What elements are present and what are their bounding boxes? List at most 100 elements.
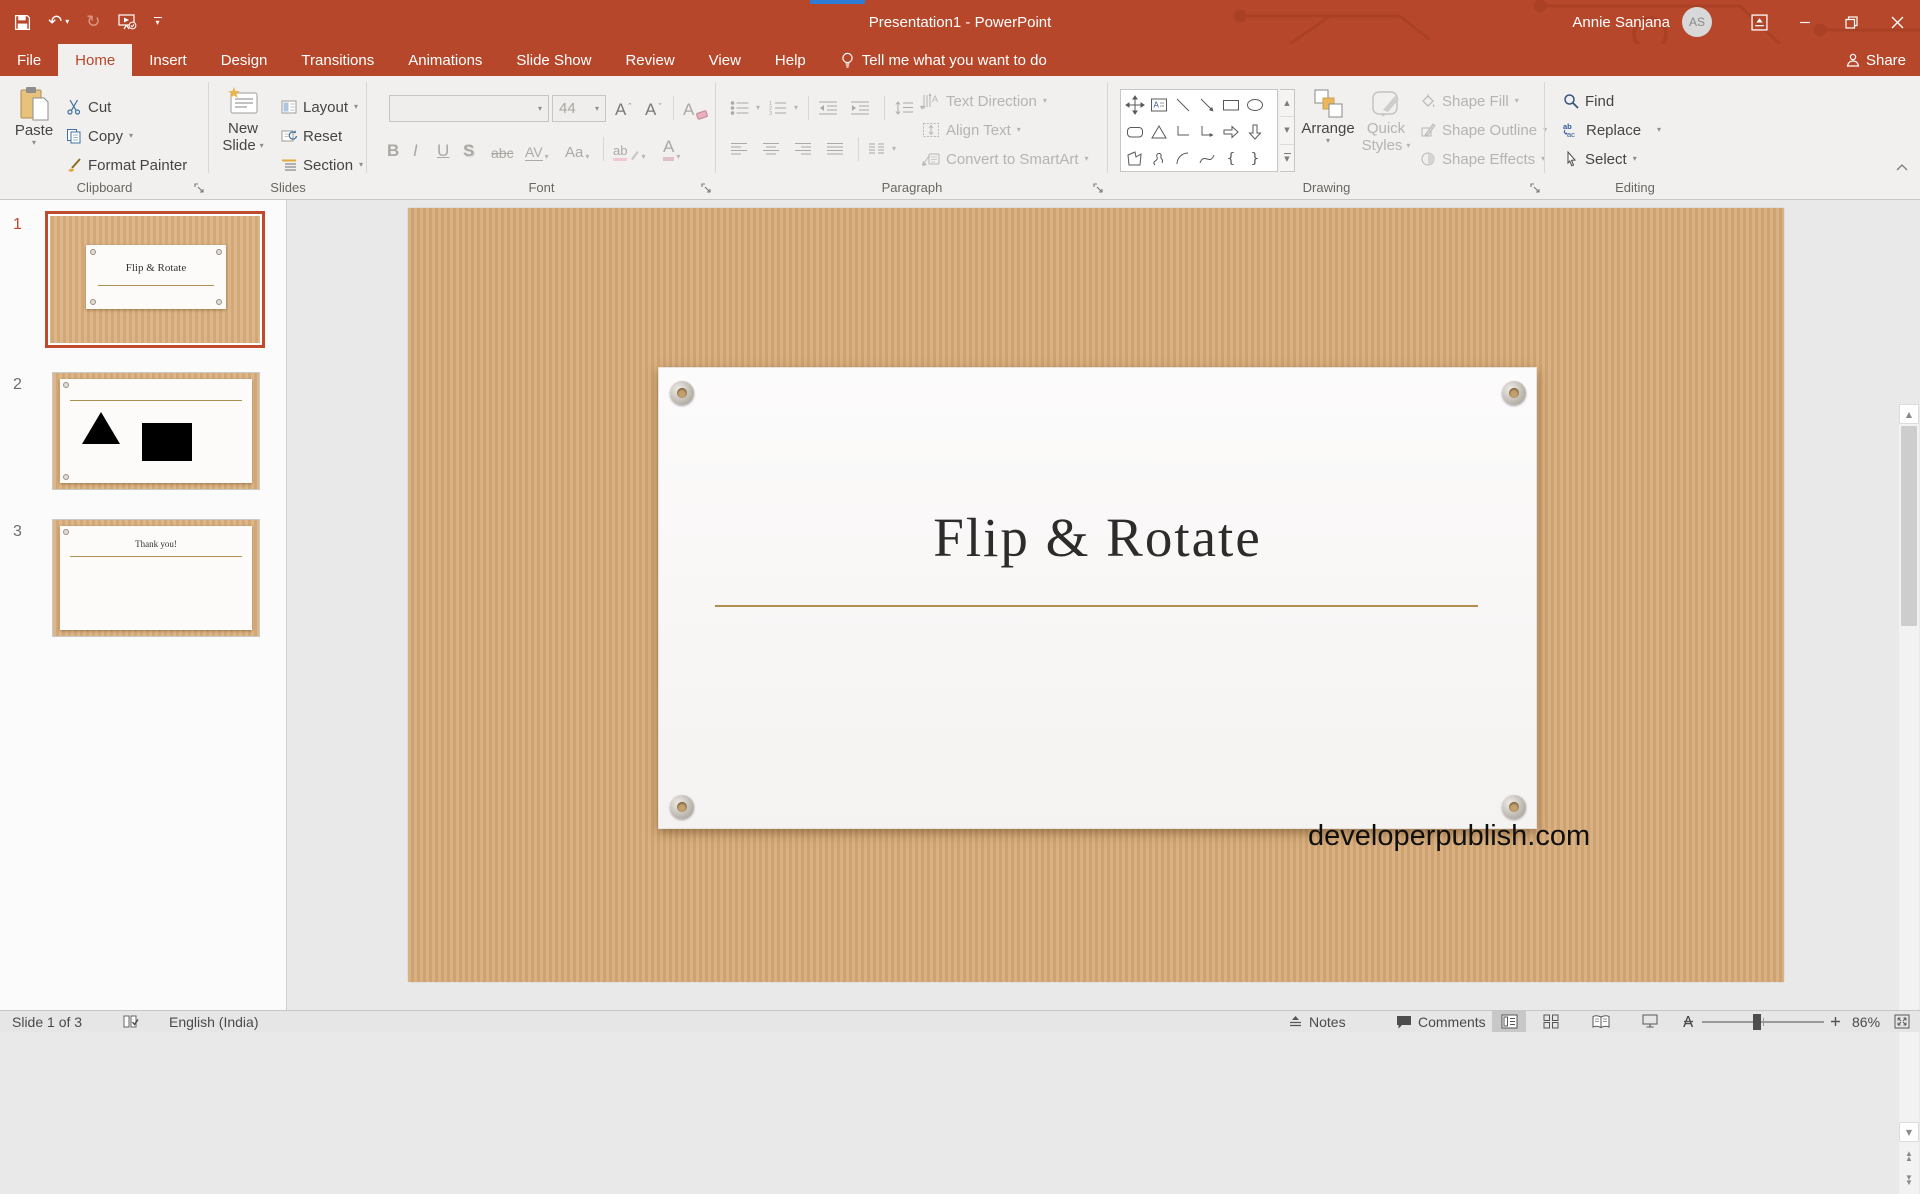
align-center-button[interactable] [762,136,780,162]
shapes-gallery[interactable]: A { } [1120,89,1278,172]
shape-elbow-arrow-connector-icon[interactable] [1195,118,1219,145]
slide-sorter-view-button[interactable] [1534,1011,1568,1032]
slide-show-view-button[interactable] [1633,1011,1667,1032]
numbering-button[interactable]: 123 ▾ [768,95,798,121]
tab-animations[interactable]: Animations [391,44,499,76]
format-painter-button[interactable]: Format Painter [66,152,187,178]
restore-button[interactable] [1828,0,1874,44]
scroll-down-arrow[interactable]: ▼ [1899,1122,1919,1142]
tab-help[interactable]: Help [758,44,823,76]
shape-effects-button[interactable]: Shape Effects ▾ [1420,146,1545,172]
convert-to-smartart-button[interactable]: Convert to SmartArt ▾ [922,146,1089,172]
shapes-more-icon[interactable]: ▼ [1280,145,1294,171]
normal-view-button[interactable] [1492,1011,1526,1032]
collapse-ribbon-icon[interactable] [1896,163,1908,171]
font-name-combo[interactable]: ▾ [389,95,549,122]
paragraph-dialog-launcher-icon[interactable] [1093,183,1104,194]
align-left-button[interactable] [730,136,748,162]
decrease-indent-button[interactable] [818,95,838,121]
zoom-out-button[interactable] [1683,1011,1694,1032]
line-spacing-button[interactable]: ▾ [894,95,924,121]
shape-freeform-icon[interactable] [1123,145,1147,172]
find-button[interactable]: Find [1563,88,1614,114]
user-name[interactable]: Annie Sanjana [1572,14,1670,31]
section-button[interactable]: Section ▾ [281,152,363,178]
text-direction-button[interactable]: A Text Direction ▾ [922,88,1047,114]
tab-slide-show[interactable]: Slide Show [499,44,608,76]
language-indicator[interactable]: English (India) [169,1011,259,1032]
shape-oval-icon[interactable] [1243,91,1267,118]
shrink-font-button[interactable]: Aˇ [645,95,661,122]
tab-view[interactable]: View [692,44,758,76]
shape-select-move-icon[interactable] [1123,91,1147,118]
next-slide-button[interactable]: ▼ ▼ [1899,1170,1919,1190]
shape-down-arrow-icon[interactable] [1243,118,1267,145]
bold-button[interactable]: B [387,136,399,163]
italic-button[interactable]: I [413,136,418,163]
scroll-up-arrow[interactable]: ▲ [1899,404,1919,424]
clipboard-dialog-launcher-icon[interactable] [194,183,205,194]
shape-arc-icon[interactable] [1171,145,1195,172]
justify-button[interactable] [826,136,844,162]
font-size-combo[interactable]: 44 ▾ [552,95,606,122]
comments-button[interactable]: Comments [1396,1011,1486,1032]
scrollbar-thumb[interactable] [1901,426,1917,626]
tell-me-box[interactable]: Tell me what you want to do [841,44,1047,76]
align-text-button[interactable]: Align Text ▾ [922,117,1021,143]
grow-font-button[interactable]: Aˆ [615,95,631,122]
change-case-button[interactable]: Aa ▾ [565,136,589,163]
reset-button[interactable]: Reset [281,123,342,149]
drawing-dialog-launcher-icon[interactable] [1530,183,1541,194]
zoom-slider-handle[interactable] [1753,1014,1762,1030]
slide-indicator[interactable]: Slide 1 of 3 [12,1011,82,1032]
zoom-slider-track[interactable] [1702,1014,1824,1030]
share-button[interactable]: Share [1846,44,1906,76]
vertical-scrollbar[interactable]: ▲ ▼ ▲ ▲ ▼ ▼ [1899,404,1919,1194]
replace-button[interactable]: ab ac Replace ▾ [1563,117,1661,143]
shape-rectangle-icon[interactable] [1219,91,1243,118]
zoom-in-button[interactable] [1830,1011,1841,1032]
notes-button[interactable]: Notes [1288,1011,1346,1032]
quick-styles-button[interactable]: Quick Styles ▾ [1360,88,1412,154]
thumbnail-slide-2[interactable] [52,372,260,490]
slide-title-text[interactable]: Flip & Rotate [659,506,1536,569]
avatar[interactable]: AS [1682,7,1712,37]
shape-scribble-icon[interactable] [1147,145,1171,172]
layout-button[interactable]: Layout ▾ [281,94,358,120]
underline-button[interactable]: U [437,136,449,163]
select-button[interactable]: Select ▾ [1563,146,1637,172]
shape-rounded-rectangle-icon[interactable] [1123,118,1147,145]
slide-title-card[interactable]: Flip & Rotate [658,367,1537,829]
reading-view-button[interactable] [1584,1011,1618,1032]
shape-triangle-icon[interactable] [1147,118,1171,145]
copy-button[interactable]: Copy ▾ [66,123,133,149]
tab-design[interactable]: Design [204,44,285,76]
new-slide-button[interactable]: New Slide ▾ [217,86,269,154]
shape-outline-button[interactable]: Shape Outline ▾ [1420,117,1547,143]
clear-formatting-button[interactable]: A [683,95,709,122]
character-spacing-button[interactable]: AV ▾ [525,136,549,163]
strikethrough-button[interactable]: abc [491,136,514,163]
tab-insert[interactable]: Insert [132,44,204,76]
shape-left-brace-icon[interactable]: { [1219,145,1243,172]
spell-check-icon[interactable] [122,1011,140,1032]
font-dialog-launcher-icon[interactable] [701,183,712,194]
ribbon-display-options-icon[interactable] [1736,0,1782,44]
tab-review[interactable]: Review [608,44,691,76]
slide-1[interactable]: Flip & Rotate developerpublish.com [408,208,1784,982]
shape-elbow-connector-icon[interactable] [1171,118,1195,145]
close-button[interactable] [1874,0,1920,44]
paste-button[interactable]: Paste ▾ [10,86,58,147]
shape-fill-button[interactable]: Shape Fill ▾ [1420,88,1519,114]
columns-button[interactable]: ▾ [868,136,896,162]
thumbnail-slide-3[interactable]: Thank you! [52,519,260,637]
shape-line-icon[interactable] [1171,91,1195,118]
minimize-button[interactable] [1782,0,1828,44]
arrange-button[interactable]: Arrange ▾ [1300,88,1356,145]
cut-button[interactable]: Cut [66,94,111,120]
shape-line-arrow-icon[interactable] [1195,91,1219,118]
tab-file[interactable]: File [0,44,58,76]
fit-slide-to-window-button[interactable] [1894,1011,1910,1032]
text-shadow-button[interactable]: S [463,136,474,163]
highlight-button[interactable]: ab ▾ [613,136,645,163]
